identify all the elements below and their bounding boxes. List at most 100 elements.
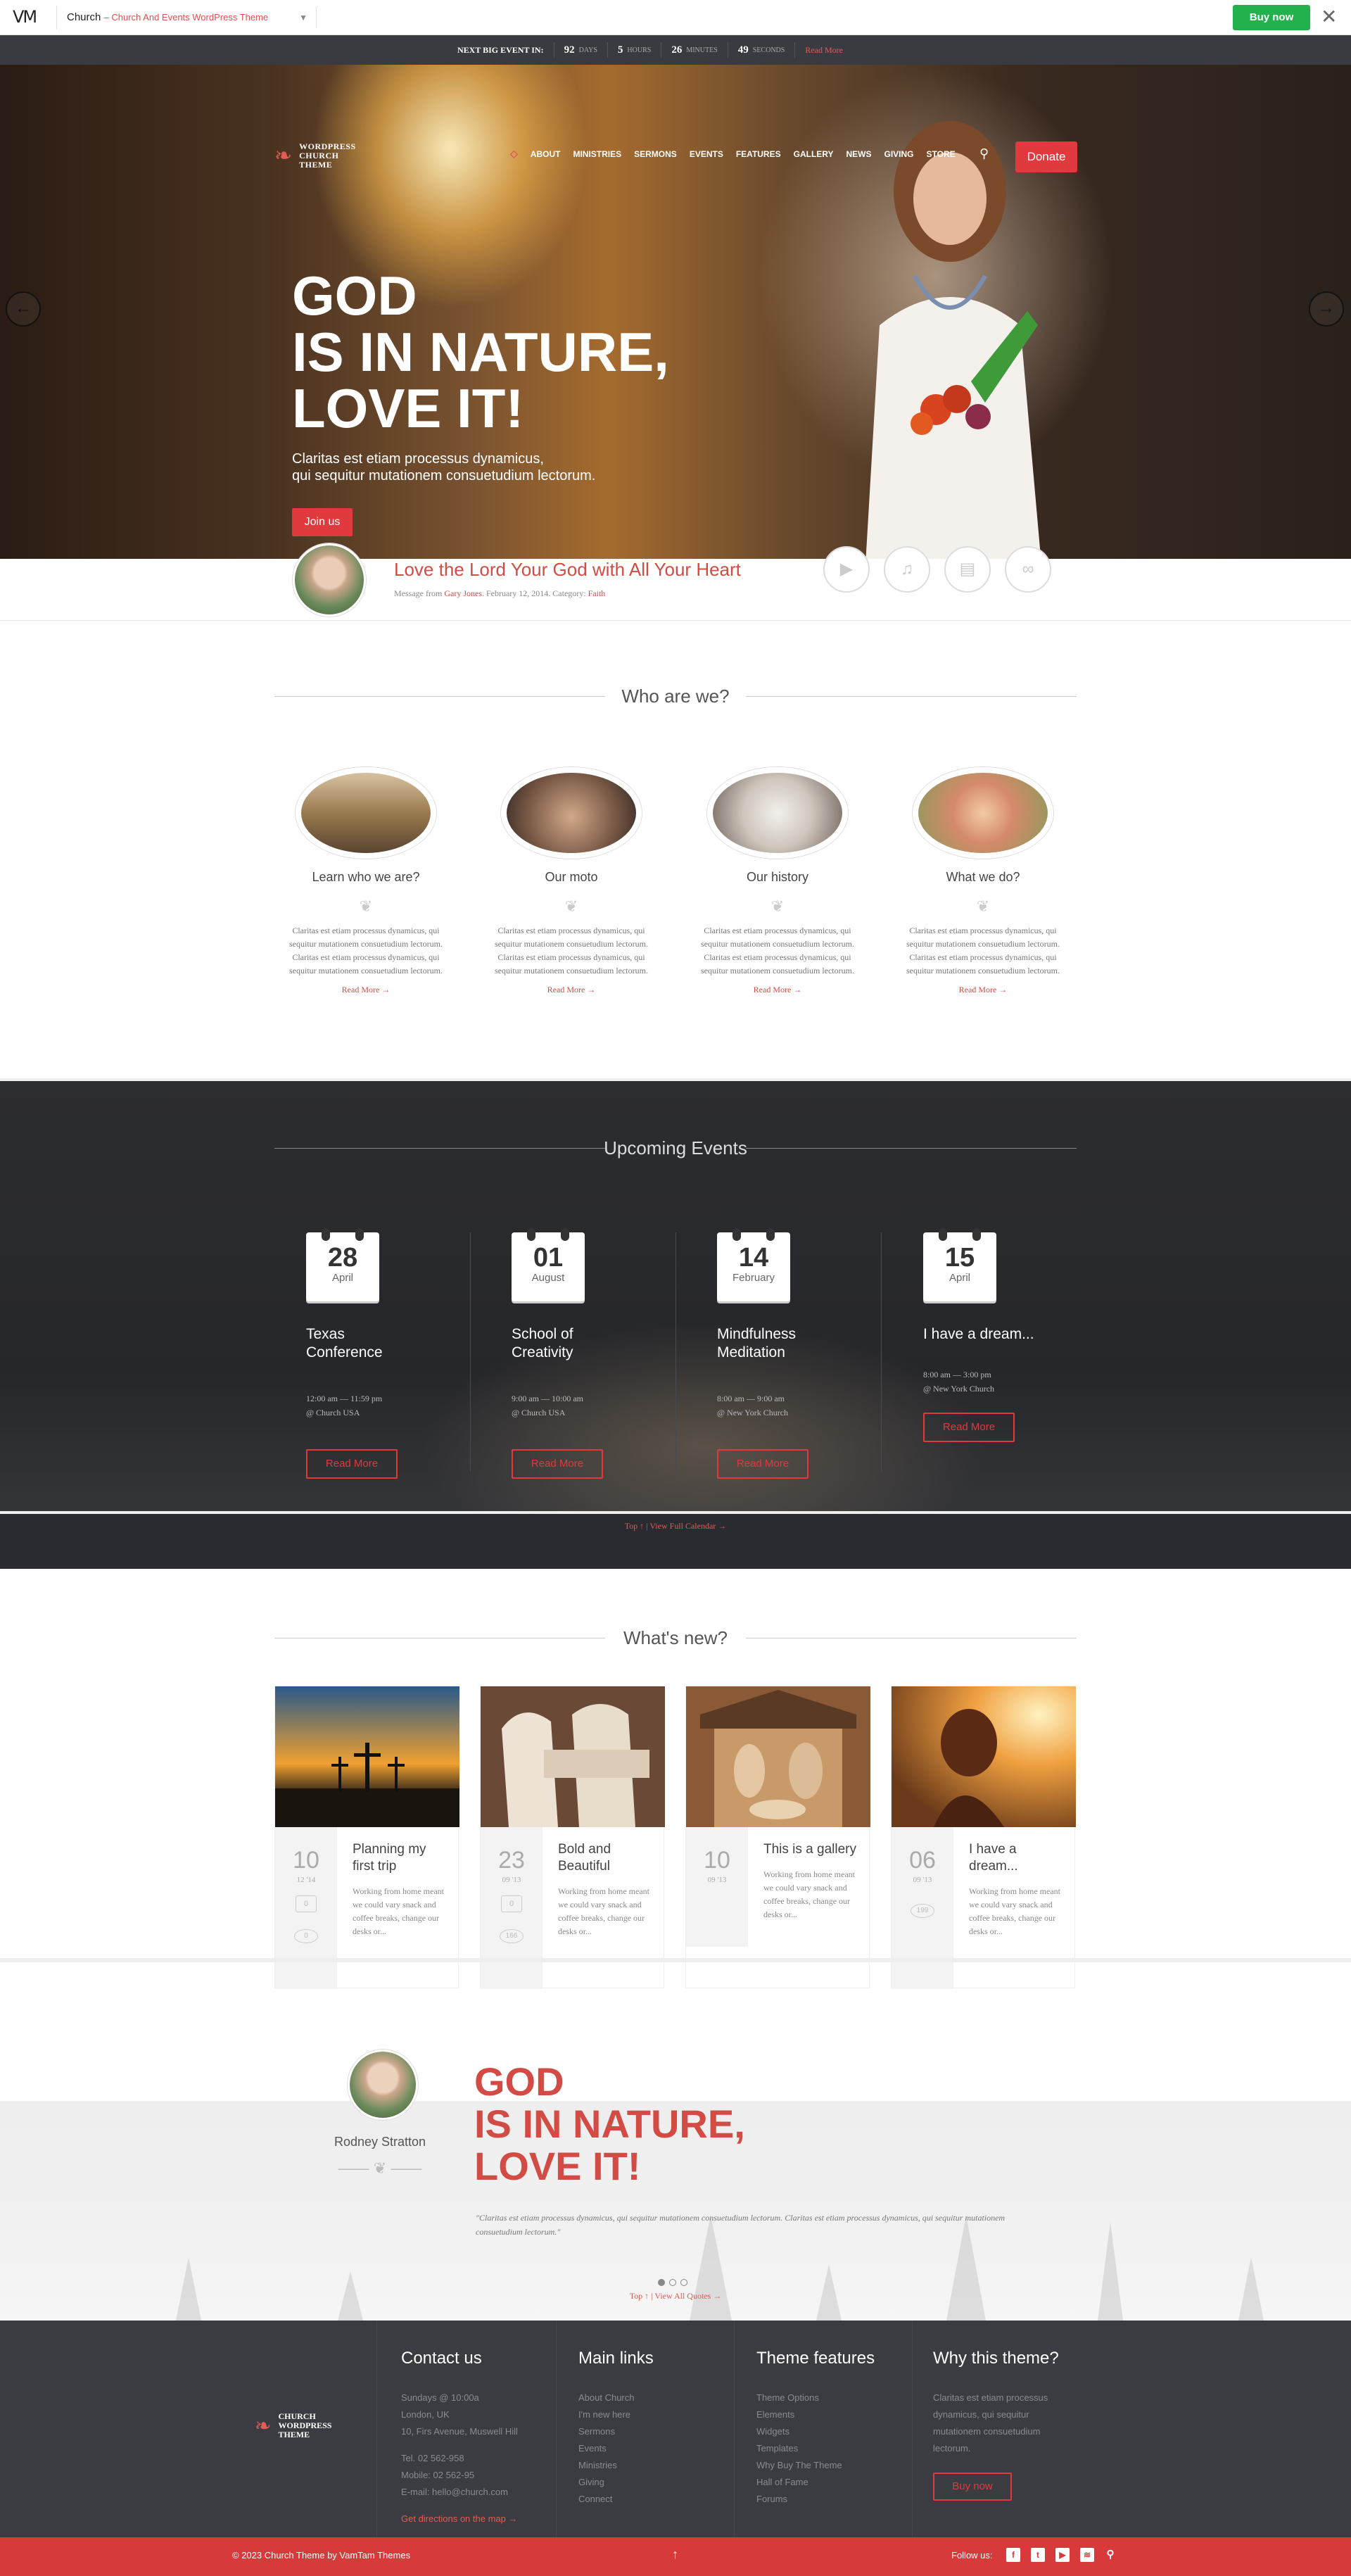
read-more-link[interactable]: Read More →	[278, 985, 454, 995]
praying-hands-image[interactable]	[501, 767, 642, 859]
pdf-icon[interactable]: ▤	[944, 546, 991, 593]
pagination-dot[interactable]	[658, 2279, 665, 2286]
footer-link[interactable]: Why Buy The Theme	[756, 2457, 897, 2474]
who-item: Our history ❦ Claritas est etiam process…	[690, 767, 865, 995]
countdown-read-more-link[interactable]: Read More	[794, 42, 843, 58]
footer-link[interactable]: Templates	[756, 2440, 897, 2457]
hero-subtitle-line: qui sequitur mutationem consuetudium lec…	[292, 468, 596, 484]
who-item-title[interactable]: What we do?	[895, 870, 1071, 885]
testimonial-avatar	[348, 2050, 418, 2120]
footer-link[interactable]: Widgets	[756, 2423, 897, 2440]
footer-buy-button[interactable]: Buy now	[933, 2473, 1012, 2501]
donate-button[interactable]: Donate	[1015, 141, 1077, 172]
nav-item-sermons[interactable]: SERMONS	[634, 149, 677, 159]
nav-item-features[interactable]: FEATURES	[736, 149, 781, 159]
footer-link[interactable]: About Church	[578, 2389, 719, 2406]
event-read-more-button[interactable]: Read More	[306, 1449, 398, 1479]
nav-item-about[interactable]: ABOUT	[531, 149, 561, 159]
quotes-links[interactable]: Top ↑ | View All Quotes →	[0, 2291, 1351, 2302]
nav-item-giving[interactable]: GIVING	[884, 149, 914, 159]
who-item-title[interactable]: Learn who we are?	[278, 870, 454, 885]
video-icon[interactable]: ▶	[823, 546, 870, 593]
read-more-link[interactable]: Read More →	[690, 985, 865, 995]
who-item-title[interactable]: Our moto	[483, 870, 659, 885]
pagination-dot[interactable]	[680, 2279, 687, 2286]
headphones-icon[interactable]: ♫	[884, 546, 930, 593]
site-logo[interactable]: ❧ WORDPRESS CHURCH THEME	[274, 142, 356, 170]
rss-icon[interactable]: ≋	[1080, 2548, 1094, 2562]
heart-icon[interactable]: 0	[294, 1929, 318, 1943]
footer-link[interactable]: Elements	[756, 2406, 897, 2423]
who-item-title[interactable]: Our history	[690, 870, 865, 885]
search-icon[interactable]: ⚲	[1103, 2548, 1117, 2562]
slider-next-arrow-icon[interactable]: →	[1309, 291, 1344, 327]
event-read-more-button[interactable]: Read More	[923, 1413, 1015, 1442]
bible-hands-image[interactable]	[707, 767, 848, 859]
footer-link[interactable]: I'm new here	[578, 2406, 719, 2423]
back-to-top-arrow-icon[interactable]: ↑	[672, 2547, 678, 2562]
event-title[interactable]: School of Creativity	[512, 1325, 716, 1362]
news-date-column: 06 09 '13 199	[892, 1827, 953, 1989]
nav-item-news[interactable]: NEWS	[846, 149, 872, 159]
buy-now-button[interactable]: Buy now	[1233, 5, 1310, 30]
event-read-more-button[interactable]: Read More	[512, 1449, 603, 1479]
slider-prev-arrow-icon[interactable]: ←	[6, 291, 41, 327]
youtube-icon[interactable]: ▶	[1055, 2548, 1070, 2562]
search-icon[interactable]: ⚲	[979, 146, 989, 161]
event-read-more-button[interactable]: Read More	[717, 1449, 808, 1479]
heart-icon[interactable]: 199	[911, 1904, 934, 1918]
event-title[interactable]: I have a dream...	[923, 1325, 1127, 1344]
section-heading: What's new?	[274, 1627, 1077, 1648]
nav-item-gallery[interactable]: GALLERY	[794, 149, 834, 159]
church-interior-image[interactable]	[296, 767, 436, 859]
hours-value: 5	[617, 44, 623, 56]
news-title[interactable]: Bold and Beautiful	[558, 1841, 657, 1875]
nav-item-store[interactable]: STORE	[927, 149, 956, 159]
home-icon[interactable]: ◇	[510, 148, 518, 160]
footer-link[interactable]: Giving	[578, 2474, 719, 2491]
read-more-link[interactable]: Read More →	[895, 985, 1071, 995]
crosses-sunset-image[interactable]	[275, 1686, 459, 1827]
sermon-title[interactable]: Love the Lord Your God with All Your Hea…	[394, 559, 741, 581]
contact-email[interactable]: E-mail: hello@church.com	[401, 2484, 542, 2501]
girl-in-field-image[interactable]	[892, 1686, 1076, 1827]
event-place: @ Church USA	[306, 1408, 360, 1418]
news-title[interactable]: This is a gallery	[763, 1841, 862, 1858]
twitter-icon[interactable]: t	[1031, 2548, 1045, 2562]
footer-link[interactable]: Hall of Fame	[756, 2474, 897, 2491]
link-icon[interactable]: ∞	[1005, 546, 1051, 593]
news-title[interactable]: Planning my first trip	[353, 1841, 451, 1875]
facebook-icon[interactable]: f	[1006, 2548, 1020, 2562]
news-excerpt: Working from home meant we could vary sn…	[969, 1886, 1061, 1936]
sermon-author-link[interactable]: Gary Jones	[444, 588, 482, 598]
footer-link[interactable]: Theme Options	[756, 2389, 897, 2406]
footer-link[interactable]: Connect	[578, 2491, 719, 2508]
news-date-column: 10 09 '13	[686, 1827, 748, 1947]
join-us-button[interactable]: Join us	[292, 508, 353, 536]
nativity-scene-image[interactable]	[686, 1686, 870, 1827]
footer-link[interactable]: Forums	[756, 2491, 897, 2508]
wooden-crosses-image[interactable]	[481, 1686, 665, 1827]
product-selector[interactable]: Church – Church And Events WordPress The…	[67, 7, 317, 28]
event-title[interactable]: Texas Conference	[306, 1325, 510, 1362]
read-more-link[interactable]: Read More →	[483, 985, 659, 995]
news-excerpt: Working from home meant we could vary sn…	[763, 1869, 856, 1919]
child-image[interactable]	[913, 767, 1053, 859]
heart-icon[interactable]: 166	[500, 1929, 524, 1943]
nav-item-events[interactable]: EVENTS	[690, 149, 723, 159]
sermon-category-link[interactable]: Faith	[588, 588, 606, 598]
pagination-dot[interactable]	[669, 2279, 676, 2286]
event-title[interactable]: Mindfulness Meditation	[717, 1325, 921, 1362]
news-title[interactable]: I have a dream...	[969, 1841, 1067, 1875]
vamtam-logo[interactable]: VM	[13, 7, 37, 27]
footer-link[interactable]: Sermons	[578, 2423, 719, 2440]
comment-icon[interactable]: 0	[501, 1895, 522, 1912]
calendar-links[interactable]: Top ↑ | View Full Calendar →	[0, 1521, 1351, 1532]
nav-item-ministries[interactable]: MINISTRIES	[573, 149, 621, 159]
footer-logo[interactable]: ❧ CHURCH WORDPRESS THEME	[255, 2412, 331, 2439]
comment-icon[interactable]: 0	[296, 1895, 317, 1912]
footer-link[interactable]: Ministries	[578, 2457, 719, 2474]
footer-link[interactable]: Events	[578, 2440, 719, 2457]
directions-link[interactable]: Get directions on the map →	[401, 2511, 542, 2527]
close-icon[interactable]: ✕	[1321, 6, 1337, 27]
